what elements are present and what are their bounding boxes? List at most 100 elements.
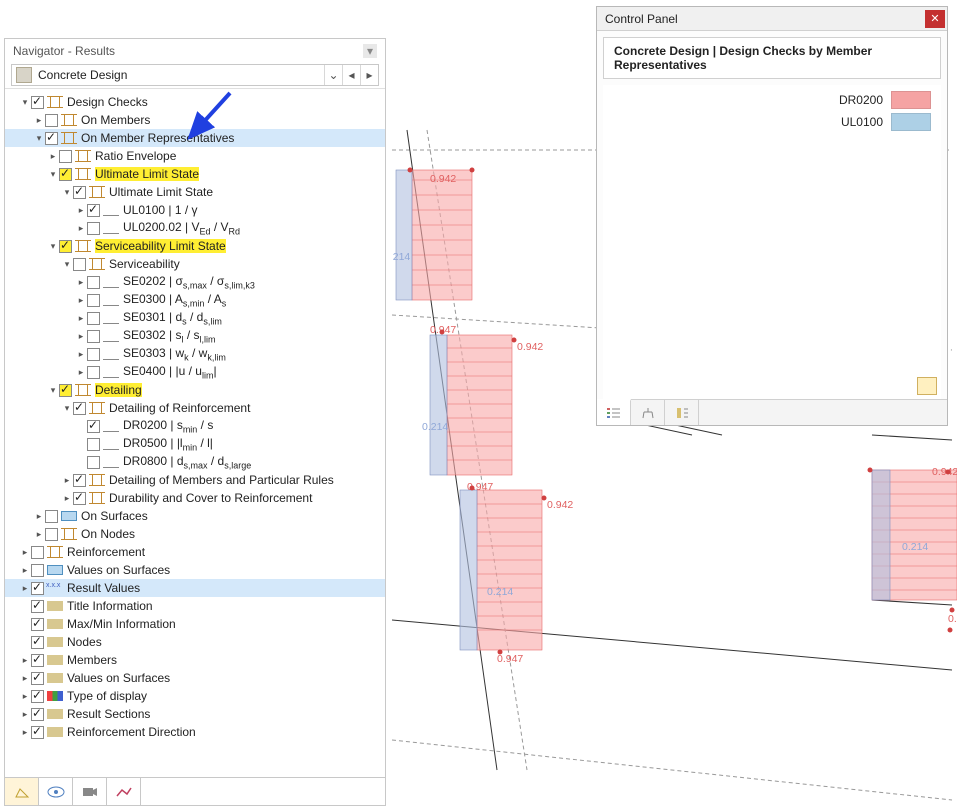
tree-design-checks[interactable]: ▾ Design Checks (5, 93, 385, 111)
tree-on-nodes[interactable]: ▸ On Nodes (5, 525, 385, 543)
tree-ratio-envelope[interactable]: ▸ Ratio Envelope (5, 147, 385, 165)
tree-dr0200[interactable]: DR0200 | smin / s (5, 417, 385, 435)
checkbox[interactable] (87, 294, 100, 307)
tab-camera-icon[interactable] (73, 778, 107, 805)
checkbox[interactable] (73, 492, 86, 505)
tree-detailing-members[interactable]: ▸ Detailing of Members and Particular Ru… (5, 471, 385, 489)
navigator-panel: Navigator - Results ▾ Concrete Design ⌄ … (4, 38, 386, 806)
nav-prev-icon[interactable]: ◂ (342, 65, 360, 85)
checkbox[interactable] (31, 618, 44, 631)
tree-nodes[interactable]: Nodes (5, 633, 385, 651)
tree-se0302[interactable]: ▸ SE0302 | sl / sl,lim (5, 327, 385, 345)
reinf-icon (89, 402, 105, 414)
checkbox[interactable] (87, 330, 100, 343)
checkbox[interactable] (59, 150, 72, 163)
check-icon (103, 323, 119, 324)
tree-se0301[interactable]: ▸ SE0301 | ds / ds,lim (5, 309, 385, 327)
legend-swatch-ul0100 (891, 113, 931, 131)
tree-result-sections[interactable]: ▸ Result Sections (5, 705, 385, 723)
tree-result-values[interactable]: ▸ Result Values (5, 579, 385, 597)
checkbox[interactable] (31, 600, 44, 613)
checkbox[interactable] (31, 672, 44, 685)
tree-type-display[interactable]: ▸ Type of display (5, 687, 385, 705)
tab-scale-icon[interactable] (631, 400, 665, 425)
nodes-icon (47, 637, 63, 647)
navigator-bottom-tabs (5, 777, 385, 805)
checkbox[interactable] (87, 348, 100, 361)
tree-se0202[interactable]: ▸ SE0202 | σs,max / σs,lim,k3 (5, 273, 385, 291)
checkbox[interactable] (87, 276, 100, 289)
navigator-combo[interactable]: Concrete Design ⌄ ◂ ▸ (11, 64, 379, 86)
checkbox[interactable] (31, 582, 44, 595)
member-rep-icon (61, 132, 77, 144)
check-icon (103, 341, 119, 342)
tab-filter-icon[interactable] (665, 400, 699, 425)
navigator-tree[interactable]: ▾ Design Checks ▸ On Members ▾ On Member… (5, 88, 385, 777)
check-icon (103, 467, 119, 468)
checkbox[interactable] (87, 456, 100, 469)
checkbox[interactable] (45, 114, 58, 127)
tree-se0303[interactable]: ▸ SE0303 | wk / wk,lim (5, 345, 385, 363)
checkbox[interactable] (87, 222, 100, 235)
checkbox[interactable] (87, 420, 100, 433)
chevron-down-icon[interactable]: ⌄ (324, 65, 342, 85)
checkbox[interactable] (31, 654, 44, 667)
tree-ul0100[interactable]: ▸ UL0100 | 1 / γ (5, 201, 385, 219)
tree-uls[interactable]: ▾ Ultimate Limit State (5, 183, 385, 201)
checkbox[interactable] (87, 204, 100, 217)
tree-reinf-dir[interactable]: ▸ Reinforcement Direction (5, 723, 385, 741)
tree-title-info[interactable]: Title Information (5, 597, 385, 615)
checkbox[interactable] (59, 168, 72, 181)
checkbox[interactable] (73, 402, 86, 415)
checkbox[interactable] (87, 312, 100, 325)
tree-serviceability[interactable]: ▾ Serviceability (5, 255, 385, 273)
tree-durability[interactable]: ▸ Durability and Cover to Reinforcement (5, 489, 385, 507)
value-label: 0.947 (948, 613, 957, 625)
legend-label: DR0200 (839, 93, 883, 107)
check-icon (103, 377, 119, 378)
edit-colors-icon[interactable] (917, 377, 937, 395)
checkbox[interactable] (31, 726, 44, 739)
tab-data-icon[interactable] (5, 778, 39, 805)
tree-vals-surf[interactable]: ▸ Values on Surfaces (5, 669, 385, 687)
tree-ul0200[interactable]: ▸ UL0200.02 | VEd / VRd (5, 219, 385, 237)
tree-se0300[interactable]: ▸ SE0300 | As,min / As (5, 291, 385, 309)
tree-se0400[interactable]: ▸ SE0400 | |u / ulim| (5, 363, 385, 381)
checkbox[interactable] (31, 636, 44, 649)
tab-legend-icon[interactable] (597, 399, 631, 425)
tree-reinforcement[interactable]: ▸ Reinforcement (5, 543, 385, 561)
tab-eye-icon[interactable] (39, 778, 73, 805)
checkbox[interactable] (59, 384, 72, 397)
checkbox[interactable] (59, 240, 72, 253)
checkbox[interactable] (45, 132, 58, 145)
tree-detailing-reinf[interactable]: ▾ Detailing of Reinforcement (5, 399, 385, 417)
checkbox[interactable] (31, 564, 44, 577)
tree-on-member-reps[interactable]: ▾ On Member Representatives (5, 129, 385, 147)
checkbox[interactable] (87, 366, 100, 379)
tree-detailing-group[interactable]: ▾ Detailing (5, 381, 385, 399)
tab-results-icon[interactable] (107, 778, 141, 805)
checkbox[interactable] (73, 258, 86, 271)
checkbox[interactable] (31, 708, 44, 721)
checkbox[interactable] (73, 186, 86, 199)
tree-dr0500[interactable]: DR0500 | |lmin / l| (5, 435, 385, 453)
reinf-icon (47, 546, 63, 558)
tree-uls-group[interactable]: ▾ Ultimate Limit State (5, 165, 385, 183)
checkbox[interactable] (31, 690, 44, 703)
nav-next-icon[interactable]: ▸ (360, 65, 378, 85)
checkbox[interactable] (31, 96, 44, 109)
tree-on-members[interactable]: ▸ On Members (5, 111, 385, 129)
tree-members[interactable]: ▸ Members (5, 651, 385, 669)
tree-maxmin[interactable]: Max/Min Information (5, 615, 385, 633)
tree-sls-group[interactable]: ▾ Serviceability Limit State (5, 237, 385, 255)
close-icon[interactable]: ✕ (925, 10, 945, 28)
tree-values-on-surfaces[interactable]: ▸ Values on Surfaces (5, 561, 385, 579)
tree-on-surfaces[interactable]: ▸ On Surfaces (5, 507, 385, 525)
checkbox[interactable] (45, 528, 58, 541)
tree-dr0800[interactable]: DR0800 | ds,max / ds,large (5, 453, 385, 471)
navigator-dock-icon[interactable]: ▾ (363, 44, 377, 58)
checkbox[interactable] (45, 510, 58, 523)
checkbox[interactable] (31, 546, 44, 559)
checkbox[interactable] (73, 474, 86, 487)
checkbox[interactable] (87, 438, 100, 451)
